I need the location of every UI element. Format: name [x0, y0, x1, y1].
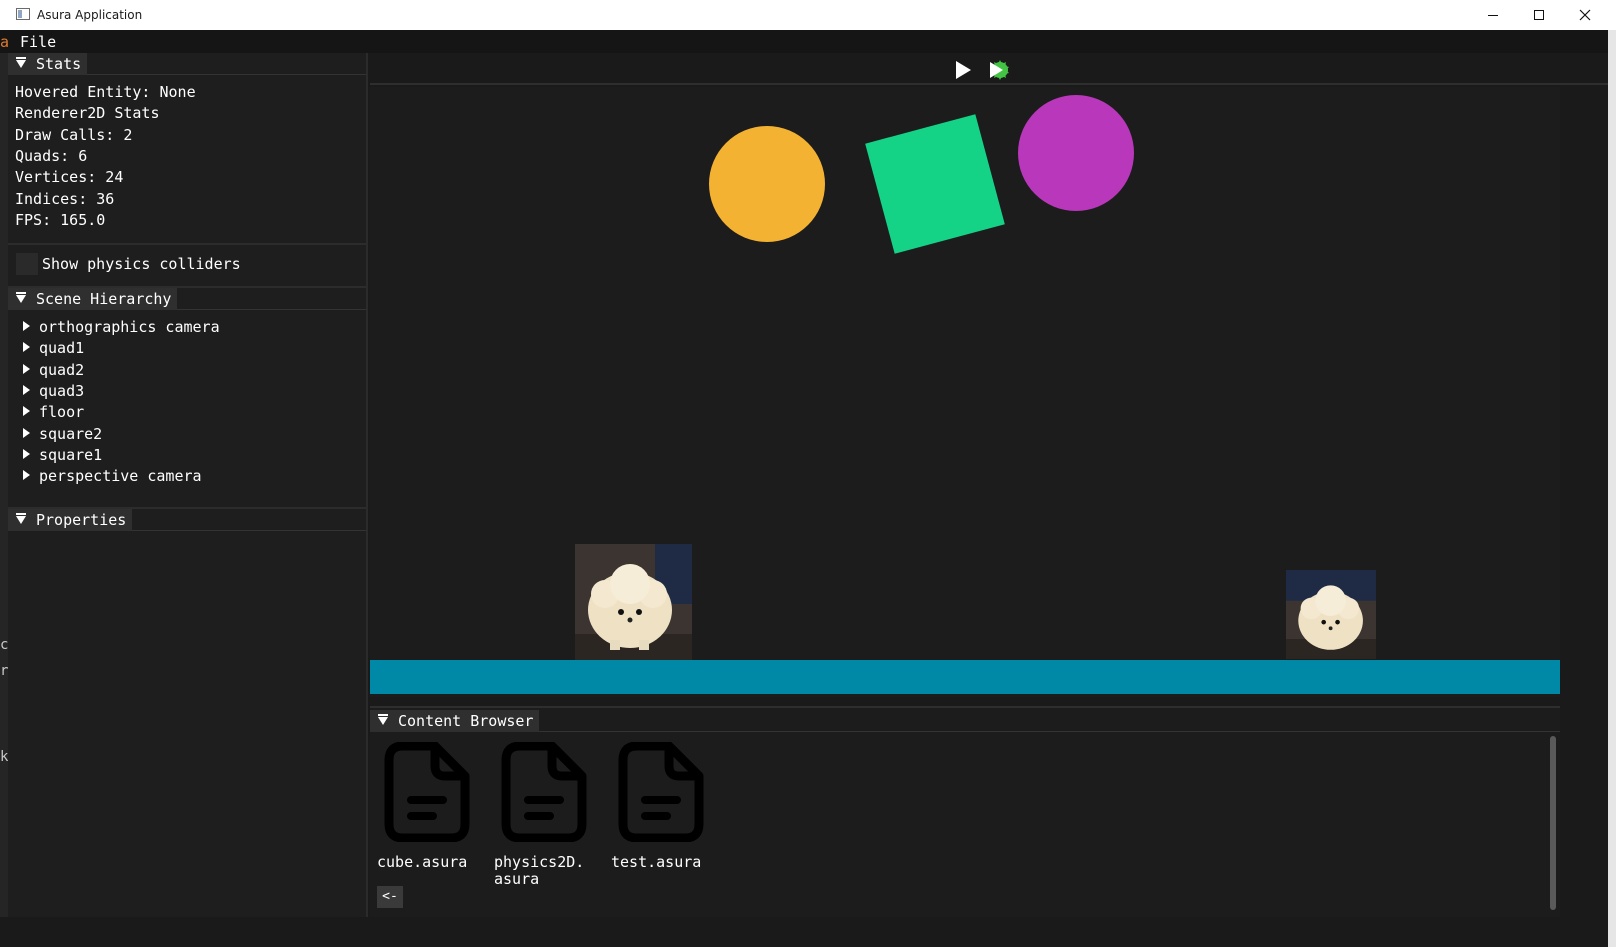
expand-arrow-icon — [23, 406, 30, 416]
tree-item-label: orthographics camera — [39, 318, 220, 336]
floor-quad — [370, 660, 1560, 694]
expand-arrow-icon — [23, 342, 30, 352]
menu-bar: a File — [0, 30, 1608, 53]
close-button[interactable] — [1562, 0, 1608, 30]
expand-arrow-icon — [23, 470, 30, 480]
stats-title: Stats — [36, 55, 82, 73]
stats-panel-header: Stats — [8, 53, 366, 75]
hovered-entity-text: Hovered Entity: None — [15, 83, 196, 101]
expand-arrow-icon — [23, 385, 30, 395]
tree-item[interactable]: perspective camera — [23, 467, 202, 485]
properties-header: Properties — [8, 509, 366, 531]
scene-viewport[interactable] — [370, 87, 1560, 697]
expand-arrow-icon — [23, 321, 30, 331]
file-icon — [618, 742, 704, 842]
draw-calls-text: Draw Calls: 2 — [15, 126, 133, 144]
content-browser-scrollbar[interactable] — [1548, 734, 1558, 912]
maximize-button[interactable] — [1516, 0, 1562, 30]
title-bar: Asura Application — [0, 0, 1616, 30]
file-name: cube.asura — [377, 853, 468, 871]
collapse-icon — [16, 292, 26, 303]
file-icon — [501, 742, 587, 842]
divider — [8, 243, 366, 245]
app-icon — [16, 8, 30, 20]
stats-tab[interactable]: Stats — [8, 53, 88, 75]
scroll-thumb[interactable] — [1550, 736, 1556, 910]
viewport-toolbar — [370, 53, 1608, 85]
collapse-icon — [16, 57, 26, 68]
minimize-icon — [1488, 14, 1498, 16]
renderer2d-stats-text: Renderer2D Stats — [15, 104, 160, 122]
textured-quad-image — [1286, 570, 1376, 659]
tree-item-label: square2 — [39, 425, 103, 443]
file-menu[interactable]: File — [20, 33, 56, 51]
collapse-icon — [16, 513, 26, 524]
play-icon[interactable] — [955, 61, 971, 79]
tree-item-label: quad2 — [39, 361, 85, 379]
scene-hierarchy-tab[interactable]: Scene Hierarchy — [8, 288, 178, 310]
left-edge: c r k — [0, 53, 8, 917]
quads-text: Quads: 6 — [15, 147, 88, 165]
tree-item[interactable]: quad3 — [23, 382, 84, 400]
content-browser-title: Content Browser — [398, 712, 534, 730]
file-icon — [384, 742, 470, 842]
background-text-fragment: a — [0, 33, 10, 51]
scene-hierarchy-title: Scene Hierarchy — [36, 290, 172, 308]
green-square — [865, 114, 1005, 254]
tree-item[interactable]: quad2 — [23, 361, 84, 379]
bottom-border — [0, 917, 1608, 947]
textured-quad-image — [575, 544, 692, 660]
scene-canvas — [709, 95, 1134, 254]
scene-hierarchy-header: Scene Hierarchy — [8, 288, 366, 310]
show-physics-colliders-checkbox[interactable] — [16, 253, 38, 275]
fps-text: FPS: 165.0 — [15, 211, 106, 229]
maximize-icon — [1534, 10, 1544, 20]
expand-arrow-icon — [23, 428, 30, 438]
tree-item[interactable]: square1 — [23, 446, 102, 464]
tree-item[interactable]: orthographics camera — [23, 318, 220, 336]
window-border — [1608, 30, 1616, 947]
close-icon — [1579, 9, 1591, 21]
magenta-circle — [1018, 95, 1134, 211]
tree-item-label: perspective camera — [39, 467, 202, 485]
collapse-icon — [378, 714, 388, 725]
simulate-icon[interactable] — [988, 59, 1010, 81]
file-name: test.asura — [611, 853, 702, 871]
properties-title: Properties — [36, 511, 127, 529]
vertices-text: Vertices: 24 — [15, 168, 124, 186]
expand-arrow-icon — [23, 364, 30, 374]
content-browser-panel: Content Browser cube.asura physics2D. as… — [370, 706, 1560, 917]
minimize-button[interactable] — [1470, 0, 1516, 30]
content-browser-header: Content Browser — [370, 710, 1560, 732]
tree-item-label: quad3 — [39, 382, 85, 400]
content-browser-tab[interactable]: Content Browser — [370, 710, 540, 732]
tree-item-label: square1 — [39, 446, 103, 464]
show-physics-colliders-label: Show physics colliders — [42, 255, 241, 273]
tree-item[interactable]: floor — [23, 403, 84, 421]
window-title: Asura Application — [37, 8, 143, 22]
tree-item[interactable]: square2 — [23, 425, 102, 443]
back-button[interactable]: <- — [377, 886, 403, 908]
indices-text: Indices: 36 — [15, 190, 115, 208]
tree-item-label: floor — [39, 403, 85, 421]
properties-tab[interactable]: Properties — [8, 509, 133, 531]
tree-item[interactable]: quad1 — [23, 339, 84, 357]
expand-arrow-icon — [23, 449, 30, 459]
file-name: physics2D. asura — [494, 853, 585, 888]
orange-circle — [709, 126, 825, 242]
left-panel: Stats Hovered Entity: None Renderer2D St… — [8, 53, 368, 917]
tree-item-label: quad1 — [39, 339, 85, 357]
